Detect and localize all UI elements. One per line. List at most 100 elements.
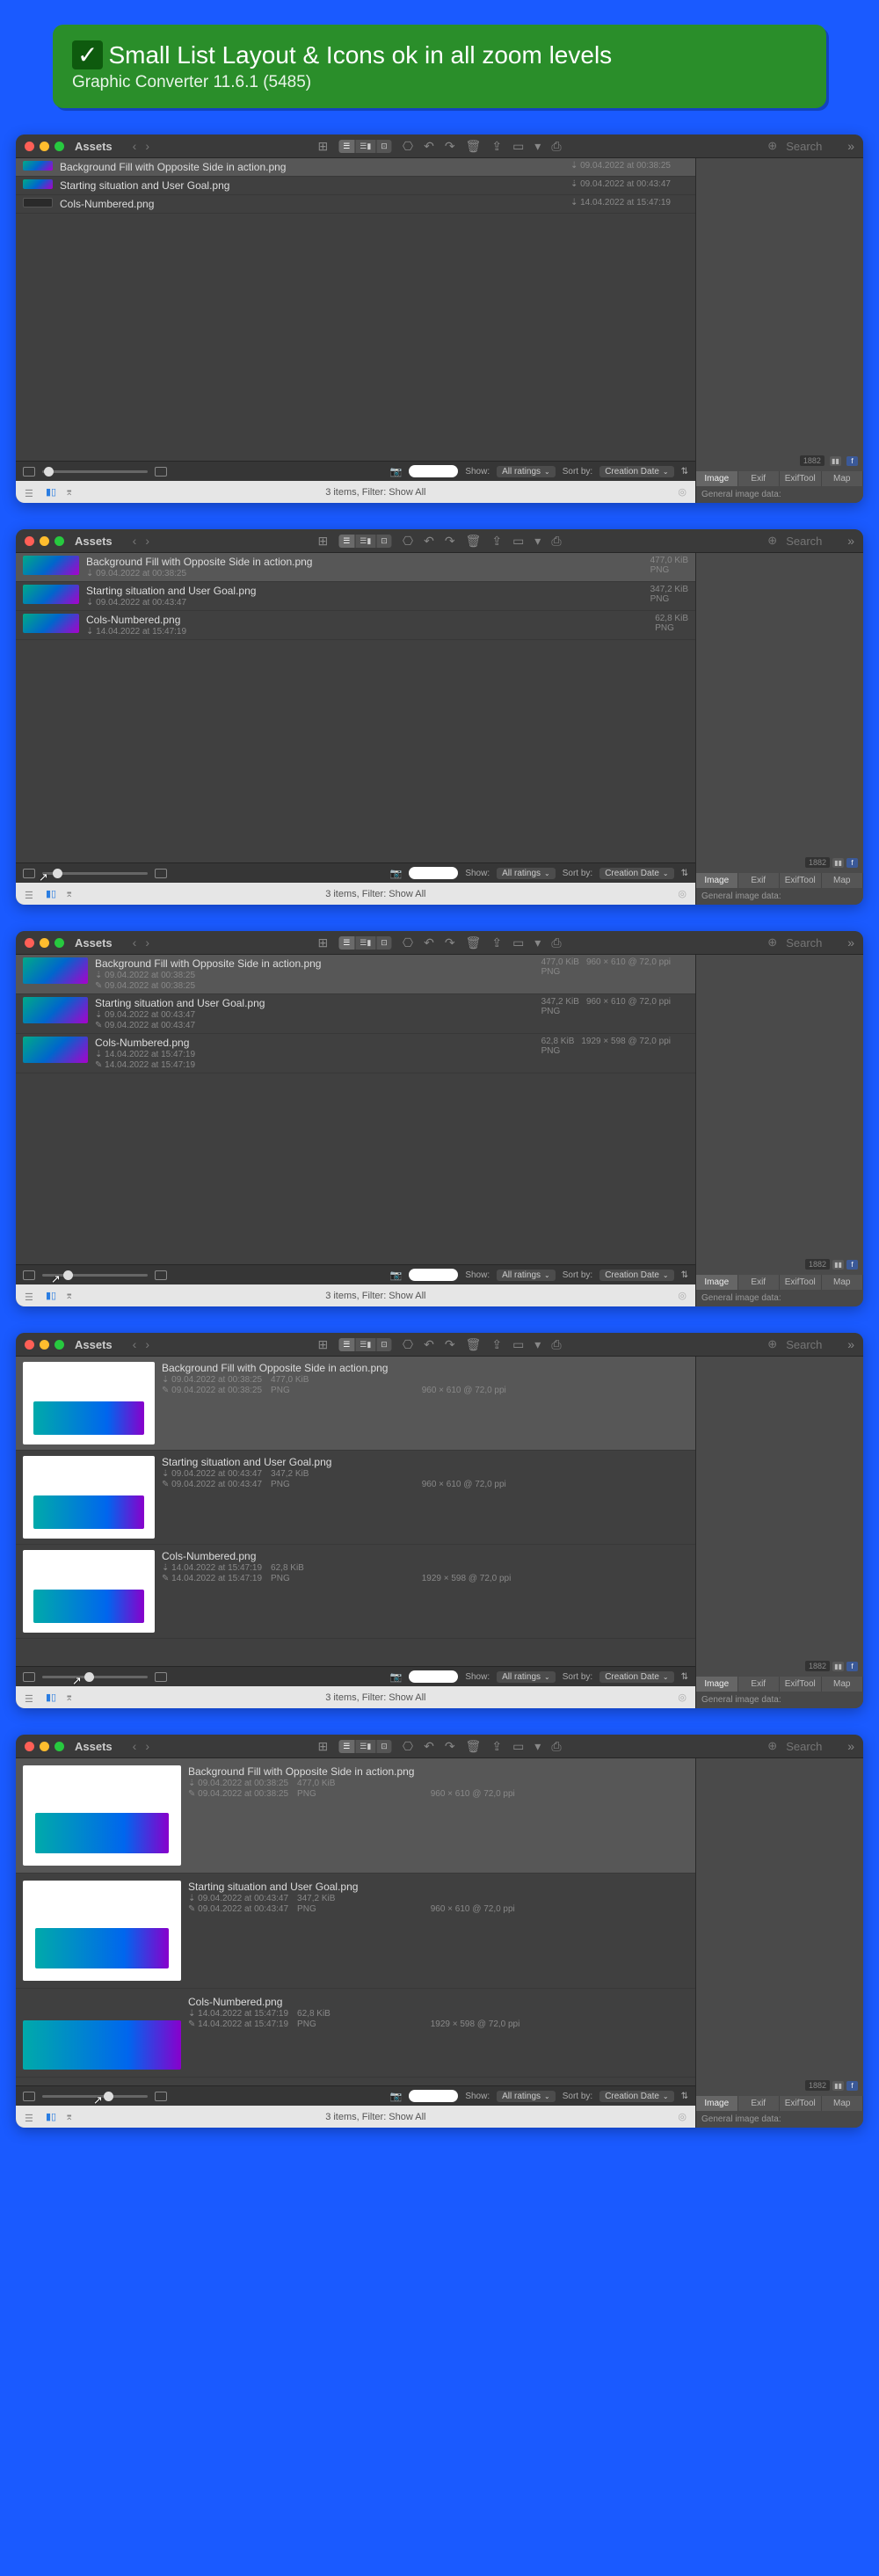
sidebar-toggle-icon[interactable]: »: [847, 534, 854, 548]
menu-icon[interactable]: [25, 488, 37, 497]
export-icon[interactable]: ⇪: [491, 534, 502, 549]
file-row[interactable]: Starting situation and User Goal.png⇣ 09…: [16, 1874, 695, 1989]
rotate-left-icon[interactable]: ↶: [424, 534, 434, 549]
file-row[interactable]: Background Fill with Opposite Side in ac…: [16, 553, 695, 582]
file-row[interactable]: Starting situation and User Goal.png ⇣ 0…: [16, 177, 695, 195]
dropdown-icon[interactable]: ▾: [534, 534, 541, 549]
file-row[interactable]: Starting situation and User Goal.png⇣ 09…: [16, 994, 695, 1034]
tag-icon[interactable]: ⎔: [403, 139, 413, 154]
tag-icon[interactable]: ⎔: [403, 534, 413, 549]
magnifier-icon[interactable]: ⊕: [767, 534, 777, 548]
sort-dropdown[interactable]: Creation Date: [599, 1270, 673, 1281]
print-icon[interactable]: ⎙: [551, 139, 561, 154]
nav-arrows[interactable]: ‹›: [130, 534, 152, 548]
rotate-left-icon[interactable]: ↶: [424, 139, 434, 154]
filter-input[interactable]: [409, 867, 458, 879]
facebook-icon[interactable]: f: [846, 456, 858, 466]
rotate-right-icon[interactable]: ↷: [445, 534, 455, 549]
list-view-segment[interactable]: ☰☰▮⊡: [338, 535, 392, 548]
sort-dropdown[interactable]: Creation Date: [599, 2091, 673, 2102]
zoom-slider[interactable]: [42, 872, 148, 875]
ratings-dropdown[interactable]: All ratings: [497, 466, 556, 477]
file-row[interactable]: Background Fill with Opposite Side in ac…: [16, 1758, 695, 1874]
grid-view-icon[interactable]: ⊞: [317, 935, 328, 950]
chart-icon[interactable]: ▮▮: [832, 858, 844, 868]
file-row[interactable]: Cols-Numbered.png⇣ 14.04.2022 at 15:47:1…: [16, 1034, 695, 1073]
grid-view-icon[interactable]: ⊞: [317, 534, 328, 549]
export-icon[interactable]: ⇪: [491, 139, 502, 154]
close-window-icon[interactable]: [25, 142, 34, 151]
hierarchy-icon[interactable]: ⌆: [65, 486, 73, 498]
file-row[interactable]: Starting situation and User Goal.png⇣ 09…: [16, 582, 695, 611]
sort-dropdown[interactable]: Creation Date: [599, 1671, 673, 1683]
tab-exiftool[interactable]: ExifTool: [780, 873, 822, 888]
minimize-window-icon[interactable]: [40, 938, 49, 948]
tab-map[interactable]: Map: [822, 873, 864, 888]
status-settings-icon[interactable]: ◎: [678, 486, 686, 498]
tab-image[interactable]: Image: [696, 873, 738, 888]
search-input[interactable]: [786, 140, 839, 153]
small-thumb-icon[interactable]: [23, 467, 35, 477]
magnifier-icon[interactable]: ⊕: [767, 139, 777, 153]
tab-map[interactable]: Map: [822, 471, 864, 486]
menu-icon[interactable]: [25, 890, 37, 899]
grid-view-icon[interactable]: ⊞: [317, 139, 328, 154]
zoom-slider[interactable]: [42, 1274, 148, 1277]
close-window-icon[interactable]: [25, 536, 34, 546]
filter-input[interactable]: [409, 2090, 458, 2102]
search-input[interactable]: [786, 1338, 839, 1351]
zoom-slider[interactable]: [42, 470, 148, 473]
tab-image[interactable]: Image: [696, 471, 738, 486]
ratings-dropdown[interactable]: All ratings: [497, 868, 556, 879]
minimize-window-icon[interactable]: [40, 142, 49, 151]
zoom-window-icon[interactable]: [54, 142, 64, 151]
list-view-segment[interactable]: ☰☰▮⊡: [338, 140, 392, 153]
file-row[interactable]: Cols-Numbered.png⇣ 14.04.2022 at 15:47:1…: [16, 1545, 695, 1639]
status-settings-icon[interactable]: ◎: [678, 888, 686, 899]
camera-icon[interactable]: 📷: [390, 466, 403, 477]
panel-icon[interactable]: ▮▯: [46, 486, 56, 498]
zoom-slider[interactable]: [42, 1676, 148, 1678]
file-row[interactable]: Cols-Numbered.png ⇣ 14.04.2022 at 15:47:…: [16, 195, 695, 214]
file-row[interactable]: Cols-Numbered.png⇣ 14.04.2022 at 15:47:1…: [16, 1989, 695, 2078]
ratings-dropdown[interactable]: All ratings: [497, 2091, 556, 2102]
nav-arrows[interactable]: ‹›: [130, 139, 152, 153]
chart-icon[interactable]: ▮▮: [830, 456, 841, 466]
hierarchy-icon[interactable]: ⌆: [65, 888, 73, 899]
ratings-dropdown[interactable]: All ratings: [497, 1671, 556, 1683]
print-icon[interactable]: ⎙: [551, 534, 561, 549]
zoom-slider[interactable]: [42, 2095, 148, 2098]
search-input[interactable]: [786, 1740, 839, 1753]
file-row[interactable]: Cols-Numbered.png⇣ 14.04.2022 at 15:47:1…: [16, 611, 695, 640]
panel-icon[interactable]: ▮▯: [46, 888, 56, 899]
zoom-window-icon[interactable]: [54, 536, 64, 546]
file-row[interactable]: Background Fill with Opposite Side in ac…: [16, 158, 695, 177]
sidebar-toggle-icon[interactable]: »: [847, 139, 854, 153]
small-thumb-icon[interactable]: [23, 869, 35, 878]
camera-icon[interactable]: 📷: [390, 868, 403, 879]
sort-direction-icon[interactable]: ⇅: [681, 869, 688, 878]
facebook-icon[interactable]: f: [846, 858, 858, 868]
sort-direction-icon[interactable]: ⇅: [681, 467, 688, 477]
search-input[interactable]: [786, 535, 839, 548]
tab-exif[interactable]: Exif: [738, 471, 781, 486]
ratings-dropdown[interactable]: All ratings: [497, 1270, 556, 1281]
window-icon[interactable]: ▭: [512, 139, 524, 154]
filter-input[interactable]: [409, 465, 458, 477]
large-thumb-icon[interactable]: [155, 869, 167, 878]
filter-input[interactable]: [409, 1670, 458, 1683]
trash-icon[interactable]: 🗑: [466, 139, 482, 154]
list-view-segment[interactable]: ☰☰▮⊡: [338, 936, 392, 950]
large-thumb-icon[interactable]: [155, 467, 167, 477]
rotate-right-icon[interactable]: ↷: [445, 139, 455, 154]
sort-dropdown[interactable]: Creation Date: [599, 466, 673, 477]
file-row[interactable]: Starting situation and User Goal.png⇣ 09…: [16, 1451, 695, 1545]
file-row[interactable]: Background Fill with Opposite Side in ac…: [16, 1357, 695, 1451]
trash-icon[interactable]: 🗑: [466, 534, 482, 549]
tab-exif[interactable]: Exif: [738, 873, 781, 888]
window-icon[interactable]: ▭: [512, 534, 524, 549]
tab-exiftool[interactable]: ExifTool: [780, 471, 822, 486]
dropdown-icon[interactable]: ▾: [534, 139, 541, 154]
file-row[interactable]: Background Fill with Opposite Side in ac…: [16, 955, 695, 994]
search-input[interactable]: [786, 936, 839, 950]
